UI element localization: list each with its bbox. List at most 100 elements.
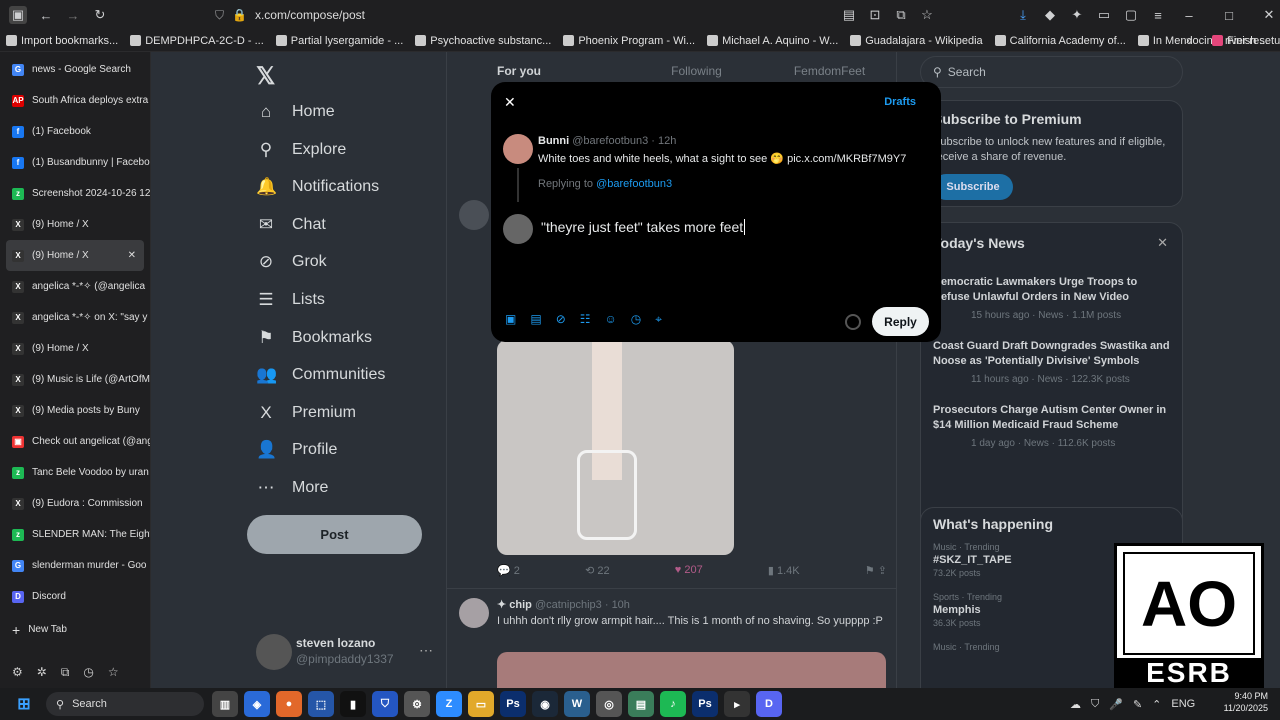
x-logo-icon[interactable]: 𝕏 (256, 62, 275, 91)
browser-tab[interactable]: f (1) Busandbunny | Faceboo (0, 147, 150, 178)
menu-icon[interactable]: ≡ (1149, 6, 1167, 24)
back-icon[interactable]: ← (37, 6, 55, 24)
reply-count[interactable]: 💬 2 (497, 564, 520, 577)
location-icon[interactable]: ⌖ (655, 312, 662, 327)
nav-item-notifications[interactable]: 🔔 Notifications (256, 177, 379, 197)
bookmark-star-icon[interactable]: ☆ (108, 665, 119, 679)
browser-tab[interactable]: X (9) Media posts by Buny (0, 395, 150, 426)
close-icon[interactable]: ✕ (1157, 235, 1168, 251)
avatar[interactable] (256, 634, 292, 670)
pip-icon[interactable]: ⧉ (892, 6, 910, 24)
firefox-icon[interactable]: ● (276, 691, 302, 717)
bookmark-item[interactable]: Guadalajara - Wikipedia (844, 30, 988, 51)
browser-tab[interactable]: Xangelica *-*✧ on X: "say y (0, 302, 150, 333)
history-icon[interactable]: ◷ (83, 665, 93, 679)
nav-item-chat[interactable]: ✉ Chat (256, 215, 326, 235)
close-icon[interactable]: ✕ (504, 94, 516, 111)
poll-icon[interactable]: ☷ (580, 312, 591, 327)
browser-tab[interactable]: z SLENDER MAN: The Eight (0, 519, 150, 550)
browser-tab[interactable]: X (9) Eudora : Commission (0, 488, 150, 519)
copilot-icon[interactable]: ◈ (244, 691, 270, 717)
bookmark-icon[interactable]: ⚑ ⇪ (865, 564, 887, 577)
nav-item-more[interactable]: ⋯ More (256, 478, 329, 498)
news-item[interactable]: Coast Guard Draft Downgrades Swastika an… (933, 339, 1173, 385)
nav-item-bookmarks[interactable]: ⚑ Bookmarks (256, 328, 372, 348)
screenshot-icon[interactable]: ⊡ (866, 6, 884, 24)
synced-tabs-icon[interactable]: ⧉ (61, 665, 70, 680)
bookmark-item[interactable]: Psychoactive substanc... (409, 30, 557, 51)
nav-item-profile[interactable]: 👤 Profile (256, 440, 337, 460)
address-bar[interactable]: ⛉ 🔒 x.com/compose/post (215, 4, 795, 26)
nav-item-premium[interactable]: X Premium (256, 403, 356, 423)
taskbar-search[interactable]: ⚲ Search (46, 692, 204, 716)
stocks-icon[interactable]: ▮ (340, 691, 366, 717)
photoshop-icon[interactable]: Ps (692, 691, 718, 717)
reload-icon[interactable]: ↻ (91, 6, 109, 24)
like-count[interactable]: ♥ 207 (675, 564, 703, 577)
maximize-icon[interactable]: □ (1220, 6, 1238, 24)
more-icon[interactable]: ⋯ (419, 642, 433, 659)
browser-tab[interactable]: z Screenshot 2024-10-26 12 (0, 178, 150, 209)
bookmark-item[interactable]: Import bookmarks... (0, 30, 124, 51)
sidebar-toggle-icon[interactable]: ▣ (9, 6, 27, 24)
download-icon[interactable]: ⤓ (1014, 6, 1032, 24)
views-count[interactable]: ▮ 1.4K (768, 564, 800, 577)
extensions-icon[interactable]: ✦ (1068, 6, 1086, 24)
nav-item-grok[interactable]: ⊘ Grok (256, 252, 327, 272)
news-item[interactable]: Democratic Lawmakers Urge Troops to Refu… (933, 275, 1173, 321)
nav-item-home[interactable]: ⌂ Home (256, 102, 335, 122)
browser-tab[interactable]: z Tanc Bele Voodoo by uran (0, 457, 150, 488)
reader-icon[interactable]: ▤ (840, 6, 858, 24)
browser-tab[interactable]: AP South Africa deploys extra (0, 85, 150, 116)
post-button[interactable]: Post (247, 515, 422, 554)
reply-textarea[interactable]: "theyre just feet" takes more feet (541, 219, 746, 235)
bookmark-item[interactable]: DEMPDHPCA-2C-D - ... (124, 30, 270, 51)
emoji-icon[interactable]: ☺ (605, 312, 617, 327)
zoom-icon[interactable]: Z (436, 691, 462, 717)
news-item[interactable]: Prosecutors Charge Autism Center Owner i… (933, 403, 1173, 449)
browser-tab[interactable]: X (9) Home / X ✕ (6, 240, 144, 271)
shield-icon[interactable]: ⛉ (1091, 698, 1099, 711)
bookmark-item[interactable]: Partial lysergamide - ... (270, 30, 409, 51)
image-icon[interactable]: ▣ (505, 312, 516, 327)
browser-tab[interactable]: Xangelica *-*✧ (@angelica (0, 271, 150, 302)
drafts-link[interactable]: Drafts (884, 96, 916, 108)
mic-icon[interactable]: 🎤 (1109, 698, 1123, 711)
chrome-icon[interactable]: ◎ (596, 691, 622, 717)
new-tab-button[interactable]: + New Tab (0, 614, 150, 645)
chevron-right-icon[interactable]: » (1186, 35, 1192, 47)
vpn-icon[interactable]: ◆ (1041, 6, 1059, 24)
bookmark-item[interactable]: California Academy of... (989, 30, 1132, 51)
terminal-icon[interactable]: ▸ (724, 691, 750, 717)
word-icon[interactable]: W (564, 691, 590, 717)
task-view-icon[interactable]: ▥ (212, 691, 238, 717)
folder-icon[interactable]: ▭ (468, 691, 494, 717)
app-icon[interactable]: ✎ (1133, 698, 1142, 711)
minimize-icon[interactable]: – (1180, 6, 1198, 24)
grok-icon[interactable]: ⊘ (556, 312, 566, 327)
nav-item-lists[interactable]: ☰ Lists (256, 290, 325, 310)
container-icon[interactable]: ▭ (1095, 6, 1113, 24)
settings-icon[interactable]: ⚙ (404, 691, 430, 717)
schedule-icon[interactable]: ◷ (631, 312, 641, 327)
chevron-up-icon[interactable]: ⌃ (1152, 698, 1161, 711)
finish-setup-link[interactable]: Finish setup (1206, 30, 1280, 51)
post-image[interactable] (497, 340, 734, 555)
browser-tab[interactable]: X (9) Music is Life (@ArtOfM (0, 364, 150, 395)
windows-start-icon[interactable]: ⊞ (11, 691, 37, 717)
repost-count[interactable]: ⟲ 22 (585, 564, 610, 577)
search-input[interactable]: ⚲ Search (920, 56, 1183, 88)
star-icon[interactable]: ☆ (918, 6, 936, 24)
ai-icon[interactable]: ✲ (37, 665, 47, 679)
close-window-icon[interactable]: ✕ (1260, 6, 1278, 24)
browser-tab[interactable]: D Discord (0, 581, 150, 612)
bookmark-item[interactable]: Phoenix Program - Wi... (557, 30, 701, 51)
browser-tab[interactable]: Gslenderman murder - Goo (0, 550, 150, 581)
post-image[interactable] (497, 652, 886, 688)
spotify-icon[interactable]: ♪ (660, 691, 686, 717)
browser-tab[interactable]: X (9) Home / X (0, 333, 150, 364)
defender-icon[interactable]: ⛉ (372, 691, 398, 717)
nav-item-explore[interactable]: ⚲ Explore (256, 140, 346, 160)
app-icon[interactable]: ⬚ (308, 691, 334, 717)
browser-tab[interactable]: f (1) Facebook (0, 116, 150, 147)
